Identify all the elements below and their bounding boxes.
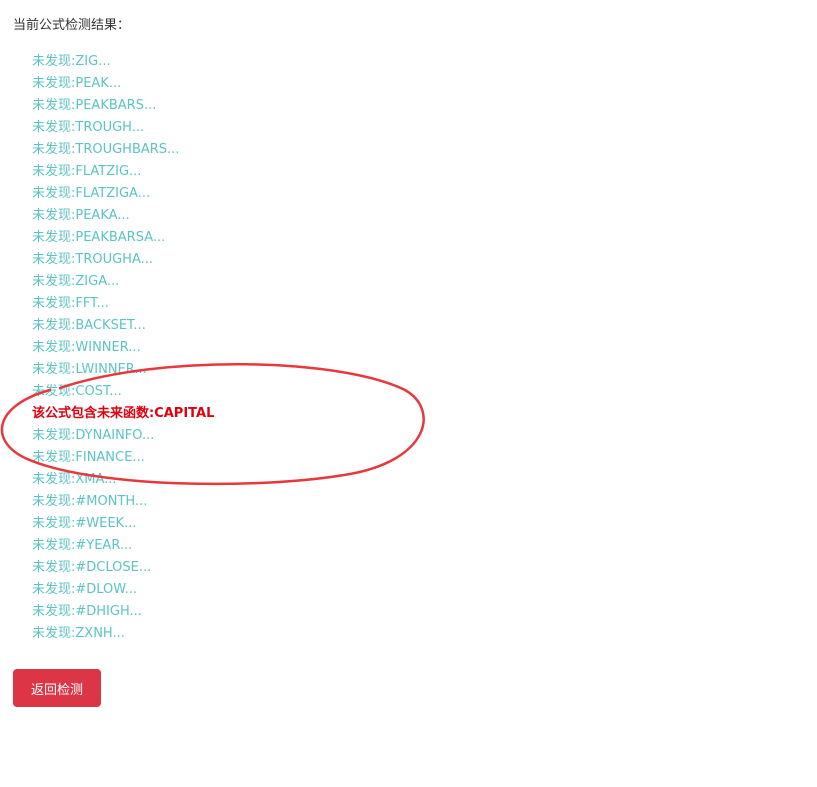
result-item: 未发现:BACKSET... (32, 318, 146, 333)
result-item: 未发现:FINANCE... (32, 450, 145, 465)
result-item: 未发现:XMA... (32, 472, 117, 487)
result-item: 未发现:LWINNER... (32, 362, 147, 377)
result-item: 未发现:#DCLOSE... (32, 560, 152, 575)
result-item: 未发现:WINNER... (32, 340, 141, 355)
result-item: 未发现:FLATZIGA... (32, 186, 151, 201)
result-item: 未发现:#DHIGH... (32, 604, 142, 619)
result-item: 未发现:DYNAINFO... (32, 428, 155, 443)
result-item: 未发现:COST... (32, 384, 122, 399)
result-item: 未发现:TROUGHA... (32, 252, 154, 267)
result-item: 未发现:TROUGHBARS... (32, 142, 180, 157)
result-item: 未发现:#WEEK... (32, 516, 137, 531)
page-heading: 当前公式检测结果： (13, 18, 131, 33)
result-item: 未发现:TROUGH... (32, 120, 145, 135)
result-item: 未发现:#YEAR... (32, 538, 133, 553)
result-item: 未发现:#MONTH... (32, 494, 148, 509)
result-item: 未发现:ZXNH... (32, 626, 125, 641)
result-item: 未发现:ZIG... (32, 54, 111, 69)
result-item: 未发现:PEAK... (32, 76, 122, 91)
result-item: 未发现:FLATZIG... (32, 164, 142, 179)
detection-results-list: 未发现:ZIG... 未发现:PEAK... 未发现:PEAKBARS... 未发现:… (32, 51, 214, 645)
result-item: 未发现:PEAKA... (32, 208, 130, 223)
result-item-warning: 该公式包含未来函数:CAPITAL (32, 406, 215, 421)
result-item: 未发现:PEAKBARSA... (32, 230, 166, 245)
result-item: 未发现:PEAKBARS... (32, 98, 157, 113)
result-item: 未发现:FFT... (32, 296, 109, 311)
result-item: 未发现:ZIGA... (32, 274, 120, 289)
result-item: 未发现:#DLOW... (32, 582, 138, 597)
back-to-check-button[interactable]: 返回检测 (13, 669, 101, 707)
